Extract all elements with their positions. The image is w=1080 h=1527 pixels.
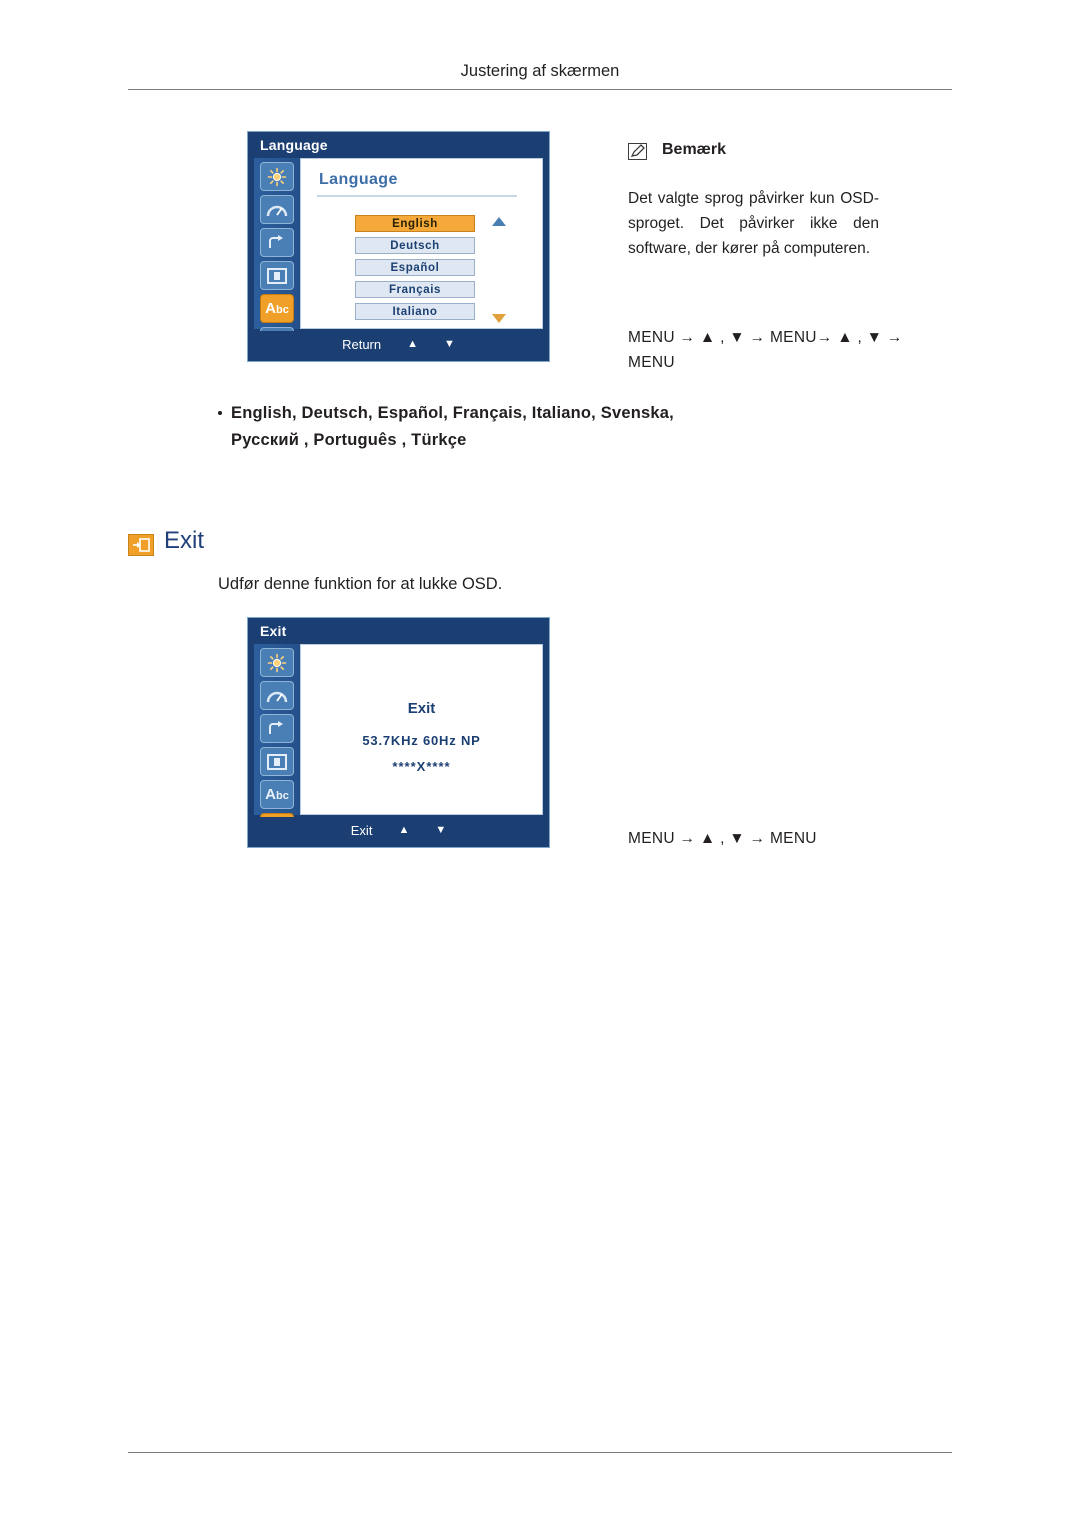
- exit-resolution-value: ****X****: [392, 759, 451, 774]
- exit-key-sequence: MENU → ▲ , ▼ → MENU: [628, 830, 817, 847]
- gauge-icon[interactable]: [260, 681, 294, 710]
- exit-frequency-value: 53.7KHz 60Hz NP: [362, 733, 481, 748]
- osd-footer-label: Return: [342, 336, 382, 352]
- osd-title-language: Language: [260, 137, 328, 153]
- reset-icon[interactable]: [260, 714, 294, 743]
- page-title: Exit: [164, 527, 205, 554]
- up-arrow-icon[interactable]: ▲: [407, 338, 418, 350]
- gauge-icon[interactable]: [260, 195, 294, 224]
- note-icon: [628, 143, 647, 160]
- list-item[interactable]: Italiano: [355, 303, 475, 320]
- exit-osd-content: Exit 53.7KHz 60Hz NP ****X****: [300, 644, 543, 815]
- picture-icon[interactable]: [260, 261, 294, 290]
- down-arrow-icon[interactable]: ▼: [444, 338, 455, 350]
- language-list-note: English, Deutsch, Español, Français, Ita…: [231, 400, 791, 454]
- header-divider: [128, 89, 952, 90]
- exit-section-icon: [128, 534, 154, 556]
- language-icon[interactable]: Abc: [260, 780, 294, 809]
- down-arrow-icon[interactable]: ▼: [435, 824, 446, 836]
- osd-title-exit: Exit: [260, 623, 287, 639]
- scroll-up-icon[interactable]: [492, 217, 506, 226]
- bullet-icon: [218, 411, 222, 415]
- osd-sidebar-exit: Abc: [254, 644, 300, 842]
- brightness-icon[interactable]: [260, 162, 294, 191]
- exit-osd-panel: Exit Abc Exit 53.7KHz 60Hz NP ****X**** …: [247, 617, 550, 848]
- brightness-icon[interactable]: [260, 648, 294, 677]
- language-heading-rule: [317, 195, 517, 197]
- list-item[interactable]: English: [355, 215, 475, 232]
- exit-osd-footer: Exit ▲ ▼: [254, 817, 543, 843]
- footer-divider: [128, 1452, 952, 1453]
- picture-icon[interactable]: [260, 747, 294, 776]
- up-arrow-icon[interactable]: ▲: [398, 824, 409, 836]
- language-list: English Deutsch Español Français Italian…: [355, 215, 475, 325]
- list-item[interactable]: Deutsch: [355, 237, 475, 254]
- list-item[interactable]: Español: [355, 259, 475, 276]
- osd-footer-label: Exit: [350, 822, 373, 838]
- language-osd-footer: Return ▲ ▼: [254, 331, 543, 357]
- language-osd-panel: Language Abc Language English Deutsch Es…: [247, 131, 550, 362]
- language-osd-content: Language English Deutsch Español Françai…: [300, 158, 543, 329]
- exit-screen-title: Exit: [407, 700, 436, 717]
- list-item[interactable]: Français: [355, 281, 475, 298]
- reset-icon[interactable]: [260, 228, 294, 257]
- osd-sidebar-language: Abc: [254, 158, 300, 356]
- language-icon[interactable]: Abc: [260, 294, 294, 323]
- language-list-note-line1: English, Deutsch, Español, Français, Ita…: [231, 404, 674, 422]
- page-header-title: Justering af skærmen: [460, 62, 620, 80]
- scroll-down-icon[interactable]: [492, 314, 506, 323]
- note-body: Det valgte sprog påvirker kun OSD-sproge…: [628, 190, 879, 257]
- exit-description: Udfør denne funktion for at lukke OSD.: [218, 575, 503, 593]
- language-heading: Language: [319, 171, 398, 188]
- language-list-note-line2: Русский , Português , Türkçe: [231, 431, 467, 449]
- language-key-sequence: MENU → ▲ , ▼ → MENU→ ▲ , ▼ → MENU: [628, 329, 903, 371]
- note-heading: Bemærk: [662, 141, 727, 158]
